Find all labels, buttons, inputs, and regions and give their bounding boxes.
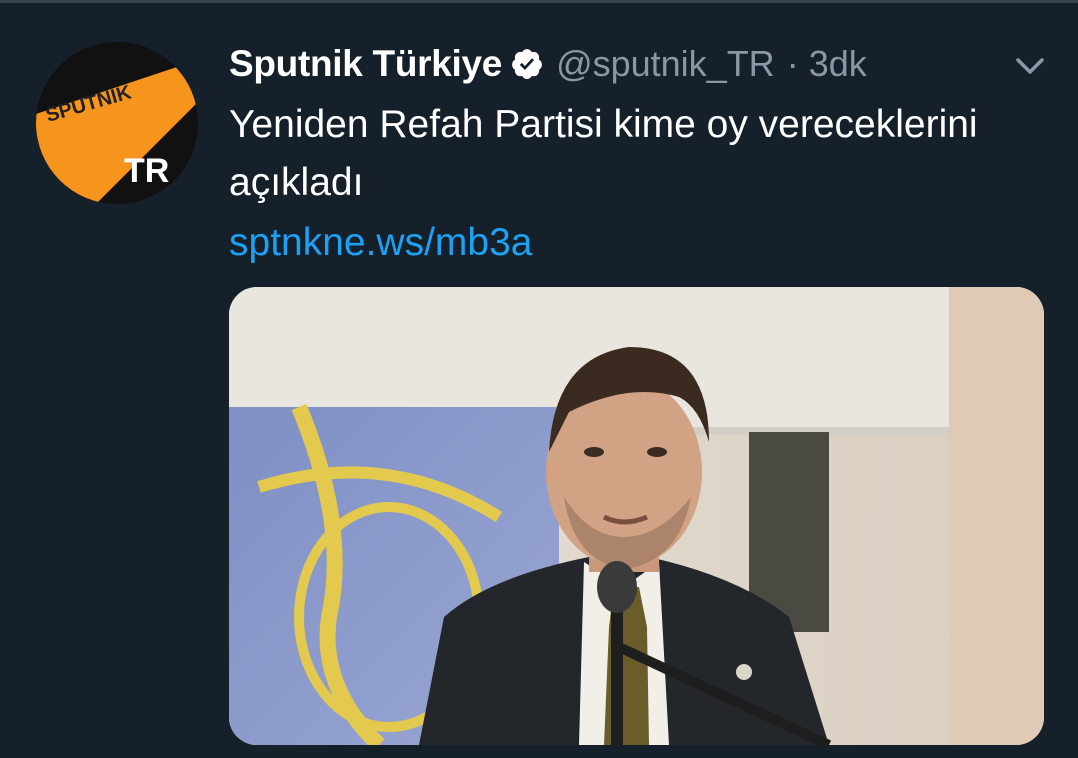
divider xyxy=(0,0,1078,3)
separator-dot: · xyxy=(786,43,799,84)
chevron-down-icon[interactable] xyxy=(1010,50,1050,84)
verified-badge-icon xyxy=(510,47,544,81)
photo xyxy=(229,287,1044,745)
avatar-region-text: TR xyxy=(124,152,169,190)
tweet-media-photo[interactable] xyxy=(229,287,1044,745)
timestamp[interactable]: 3dk xyxy=(809,43,867,85)
sputnik-logo-icon: SPUTNIK TR xyxy=(36,42,198,204)
avatar[interactable]: SPUTNIK TR xyxy=(36,42,198,204)
tweet-header: Sputnik Türkiye @sputnik_TR · 3dk xyxy=(229,40,867,88)
handle[interactable]: @sputnik_TR xyxy=(556,43,775,85)
tweet-text: Yeniden Refah Partisi kime oy verecekler… xyxy=(229,103,978,204)
tweet-card[interactable]: SPUTNIK TR Sputnik Türkiye @sputnik_TR ·… xyxy=(0,0,1078,758)
display-name[interactable]: Sputnik Türkiye xyxy=(229,43,502,85)
tweet-link[interactable]: sptnkne.ws/mb3a xyxy=(229,214,533,272)
